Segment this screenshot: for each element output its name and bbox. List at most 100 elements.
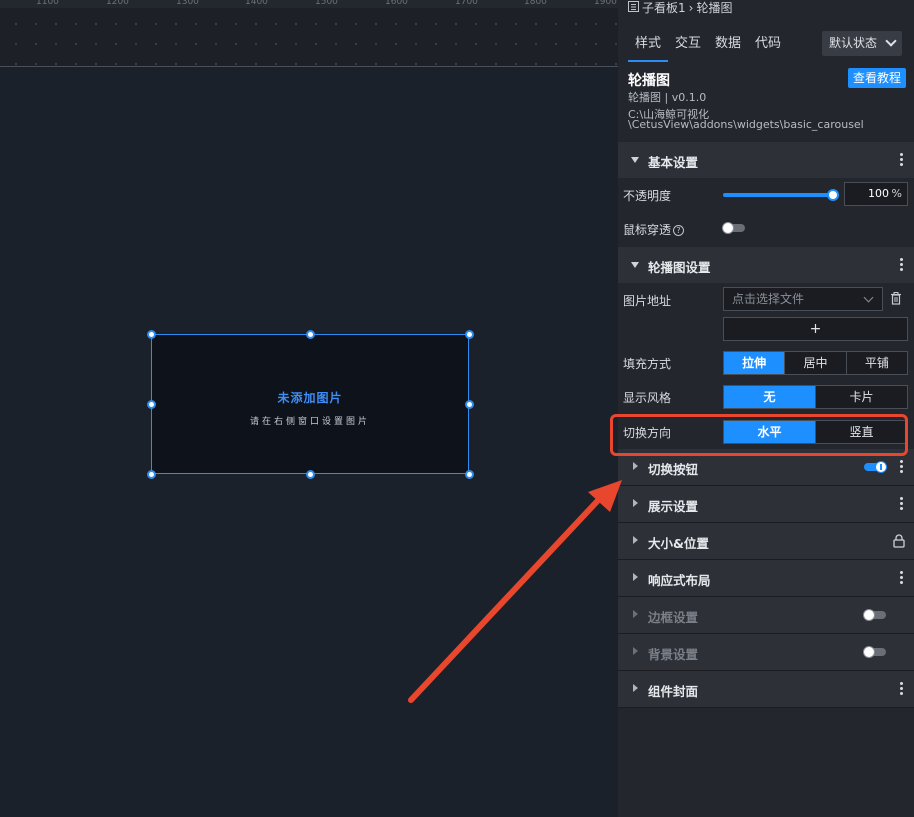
display-style-none[interactable]: 无: [724, 386, 815, 408]
mouse-through-toggle[interactable]: [722, 222, 745, 234]
more-icon[interactable]: [900, 682, 904, 696]
display-style-card[interactable]: 卡片: [815, 386, 907, 408]
widget-version: 轮播图 | v0.1.0: [628, 91, 707, 104]
widget-path-line2: \CetusView\addons\widgets\basic_carousel: [628, 118, 864, 131]
opacity-value: 100: [868, 187, 889, 200]
caret-right-icon: [633, 499, 638, 507]
section-title: 响应式布局: [648, 573, 711, 588]
section-title: 组件封面: [648, 684, 699, 699]
caret-right-icon: [633, 647, 638, 655]
resize-handle-top-left[interactable]: [147, 330, 156, 339]
resize-handle-left[interactable]: [147, 400, 156, 409]
fill-mode-tile[interactable]: 平铺: [845, 352, 907, 374]
section-title: 轮播图设置: [648, 260, 711, 275]
section-display-settings[interactable]: 展示设置: [618, 486, 914, 522]
resize-handle-top-right[interactable]: [465, 330, 474, 339]
caret-right-icon: [633, 573, 638, 581]
resize-handle-right[interactable]: [465, 400, 474, 409]
opacity-label: 不透明度: [623, 189, 672, 203]
caret-down-icon: [631, 157, 639, 163]
more-icon[interactable]: [900, 258, 904, 272]
ruler-tick: 1800: [524, 0, 547, 7]
resize-handle-bottom-left[interactable]: [147, 470, 156, 479]
resize-handle-bottom-right[interactable]: [465, 470, 474, 479]
breadcrumb-separator: ›: [688, 0, 694, 15]
more-icon[interactable]: [900, 497, 904, 511]
toggle-knob: [875, 461, 887, 473]
image-url-label: 图片地址: [623, 294, 672, 308]
caret-right-icon: [633, 536, 638, 544]
section-title: 背景设置: [648, 647, 699, 662]
breadcrumb: 子看板1 › 轮播图: [628, 0, 732, 16]
widget-placeholder-title: 未添加图片: [277, 391, 343, 405]
caret-down-icon: [631, 262, 639, 268]
property-panel: 子看板1 › 轮播图 样式 交互 数据 代码 默认状态 轮播图 轮播图 | v0…: [618, 0, 914, 817]
ruler-tick: 1400: [245, 0, 268, 7]
tab-code[interactable]: 代码: [748, 29, 788, 61]
section-title: 展示设置: [648, 499, 699, 514]
background-toggle[interactable]: [863, 646, 886, 658]
opacity-unit: %: [891, 187, 902, 200]
section-carousel-settings[interactable]: 轮播图设置: [618, 247, 914, 283]
ruler-tick: 1900: [594, 0, 617, 7]
display-style-label: 显示风格: [623, 391, 672, 405]
help-icon[interactable]: ?: [673, 225, 685, 236]
opacity-input[interactable]: 100 %: [844, 182, 908, 206]
more-icon[interactable]: [900, 571, 904, 585]
section-background-settings[interactable]: 背景设置: [618, 634, 914, 670]
ruler-tick: 1100: [36, 0, 59, 7]
tab-data[interactable]: 数据: [708, 29, 748, 61]
switch-button-toggle[interactable]: [864, 461, 887, 473]
state-select-value: 默认状态: [829, 36, 878, 50]
widget-name: 轮播图: [628, 73, 670, 89]
ruler-tick: 1700: [455, 0, 478, 7]
carousel-widget[interactable]: 未添加图片 请在右侧窗口设置图片: [147, 330, 474, 479]
more-icon[interactable]: [900, 153, 904, 167]
display-style-segmented: 无 卡片: [723, 385, 908, 409]
fill-mode-center[interactable]: 居中: [784, 352, 845, 374]
opacity-slider-thumb[interactable]: [827, 189, 839, 201]
state-select[interactable]: 默认状态: [822, 31, 902, 56]
widget-placeholder-subtitle: 请在右侧窗口设置图片: [249, 417, 370, 427]
section-component-cover[interactable]: 组件封面: [618, 671, 914, 707]
section-title: 边框设置: [648, 610, 699, 625]
section-divider: [618, 707, 914, 708]
breadcrumb-current: 轮播图: [696, 1, 733, 15]
board-icon: [628, 0, 639, 15]
ruler-tick: 1500: [315, 0, 338, 7]
resize-handle-bottom[interactable]: [306, 470, 315, 479]
tab-style[interactable]: 样式: [628, 29, 668, 61]
section-border-settings[interactable]: 边框设置: [618, 597, 914, 633]
mouse-through-text: 鼠标穿透: [623, 223, 672, 237]
file-select-placeholder: 点击选择文件: [732, 292, 805, 306]
ruler-tick: 1200: [106, 0, 129, 7]
section-size-position[interactable]: 大小&位置: [618, 523, 914, 559]
annotation-highlight-box: [610, 414, 908, 456]
fill-mode-label: 填充方式: [623, 357, 672, 371]
section-basic-settings[interactable]: 基本设置: [618, 142, 914, 178]
tab-interaction[interactable]: 交互: [668, 29, 708, 61]
section-title: 切换按钮: [648, 462, 699, 477]
section-responsive-layout[interactable]: 响应式布局: [618, 560, 914, 596]
fill-mode-segmented: 拉伸 居中 平铺: [723, 351, 908, 375]
chevron-down-icon: [863, 292, 874, 303]
border-toggle[interactable]: [863, 609, 886, 621]
breadcrumb-parent[interactable]: 子看板1: [642, 0, 686, 16]
trash-icon[interactable]: [890, 292, 902, 305]
opacity-slider-track[interactable]: [723, 193, 833, 197]
active-tab-indicator: [628, 60, 668, 62]
ruler-tick: 1600: [385, 0, 408, 7]
caret-right-icon: [633, 462, 638, 470]
fill-mode-stretch[interactable]: 拉伸: [724, 352, 785, 374]
resize-handle-top[interactable]: [306, 330, 315, 339]
lock-icon[interactable]: [893, 534, 905, 548]
toggle-knob: [722, 222, 734, 234]
canvas-grid-strip: [0, 8, 618, 66]
section-title: 基本设置: [648, 155, 699, 170]
view-tutorial-button[interactable]: 查看教程: [848, 68, 906, 88]
mouse-through-label: 鼠标穿透?: [623, 221, 685, 238]
add-image-button[interactable]: +: [723, 317, 908, 341]
caret-right-icon: [633, 684, 638, 692]
image-file-select[interactable]: 点击选择文件: [723, 287, 883, 311]
more-icon[interactable]: [900, 460, 904, 474]
